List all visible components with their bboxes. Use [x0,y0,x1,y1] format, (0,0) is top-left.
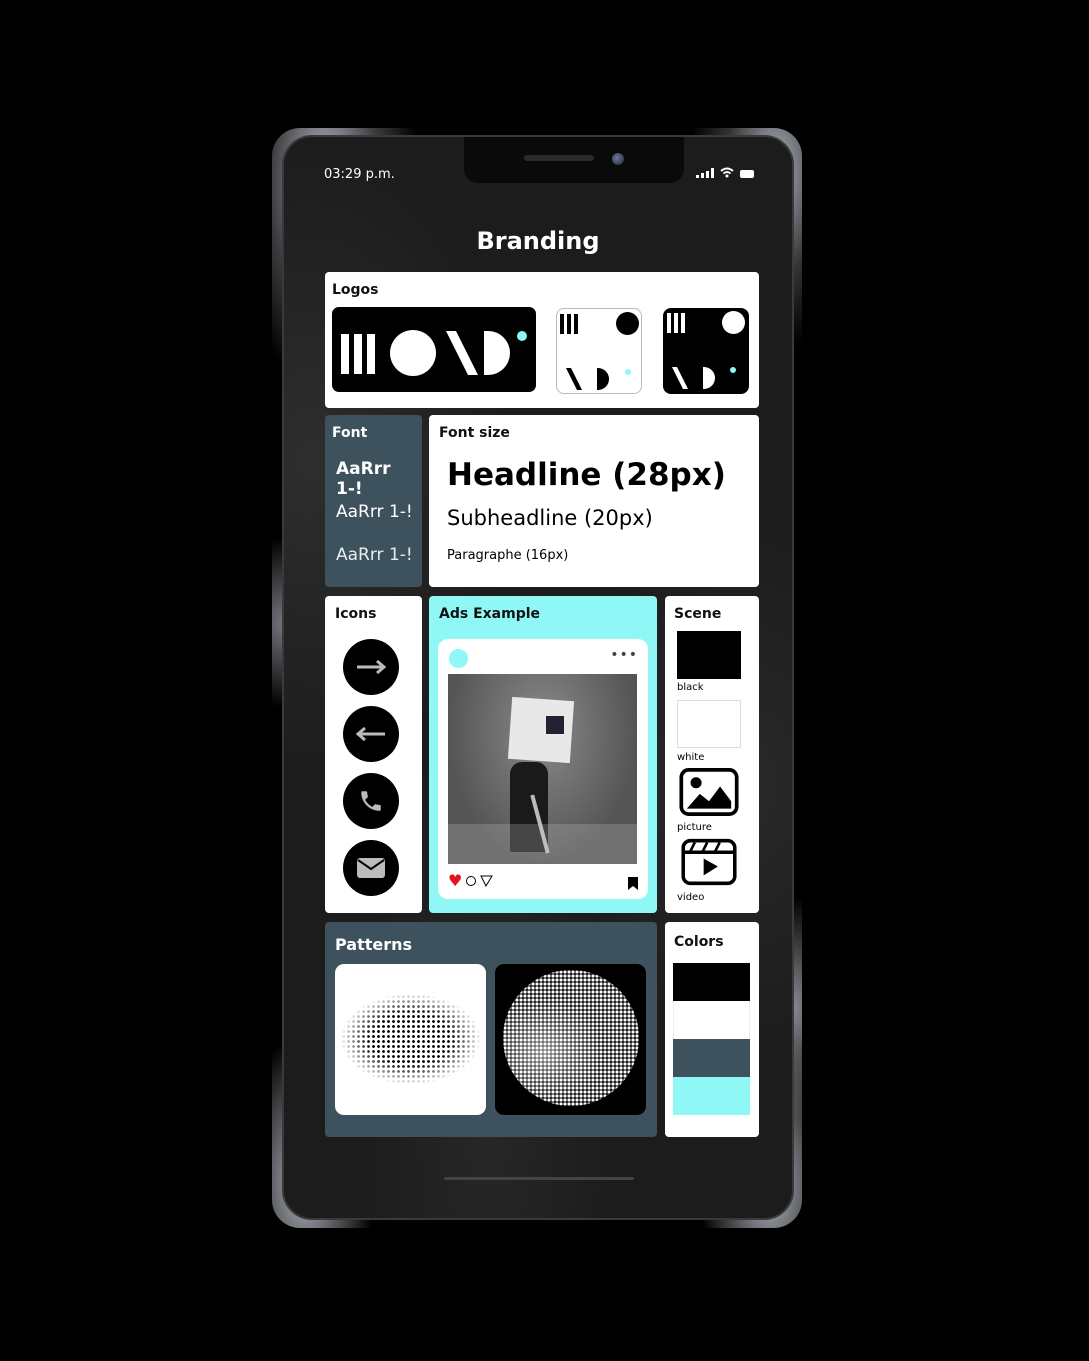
scene-white-swatch[interactable] [677,700,741,748]
color-swatch-slate[interactable] [673,1039,750,1077]
scene-picture-label: picture [677,822,712,833]
color-swatch-black[interactable] [673,963,750,1001]
color-swatch-white[interactable] [673,1001,750,1039]
logo-wordmark[interactable] [332,307,536,392]
font-sample-light: AaRrr 1-! [336,545,413,565]
wifi-icon [720,167,734,178]
status-icons [696,167,754,178]
bookmark-icon[interactable] [628,877,638,890]
notch [464,137,684,183]
signal-icon [696,168,714,178]
post-photo [448,674,637,864]
font-size-card: Font size Headline (28px) Subheadline (2… [429,415,759,587]
ads-example-card: Ads Example ••• ♥ [429,596,657,913]
home-indicator[interactable] [444,1177,634,1180]
font-label: Font [332,425,368,441]
comment-icon[interactable] [465,875,477,887]
logo-monogram-dark[interactable] [663,308,749,394]
logo-monogram-light[interactable] [556,308,642,394]
headline-sample: Headline (28px) [447,457,726,493]
battery-icon [740,170,754,178]
speaker [524,155,594,161]
camera-icon [612,153,624,165]
logos-card: Logos [325,272,759,408]
social-post[interactable]: ••• ♥ [438,639,648,899]
font-size-label: Font size [439,425,510,441]
colors-label: Colors [674,934,724,950]
logo-accent-dot [517,331,527,341]
scene-black-swatch[interactable] [677,631,741,679]
font-sample-bold: AaRrr 1-! [336,459,391,499]
pattern-halftone-light[interactable] [335,964,486,1115]
font-card: Font AaRrr 1-! AaRrr 1-! AaRrr 1-! [325,415,422,587]
phone-mockup: 03:29 p.m. Branding Logos Font AaRrr 1-!… [282,135,794,1220]
video-icon[interactable] [677,838,741,886]
page-title: Branding [476,227,600,255]
ads-label: Ads Example [439,606,541,622]
avatar [449,649,468,668]
arrow-right-icon[interactable] [343,639,399,695]
post-actions: ♥ [448,871,494,890]
scene-label: Scene [674,606,722,622]
picture-icon[interactable] [677,768,741,816]
paragraph-sample: Paragraphe (16px) [447,548,569,563]
status-time: 03:29 p.m. [324,167,395,182]
icons-card: Icons [325,596,422,913]
color-swatch-cyan[interactable] [673,1077,750,1115]
patterns-card: Patterns [325,922,657,1137]
share-icon[interactable] [480,875,494,887]
more-options-icon[interactable]: ••• [610,647,638,663]
font-sample-regular: AaRrr 1-! [336,502,413,522]
phone-icon[interactable] [343,773,399,829]
scene-black-label: black [677,682,704,693]
subheadline-sample: Subheadline (20px) [447,506,653,530]
colors-card: Colors [665,922,759,1137]
mail-icon[interactable] [343,840,399,896]
heart-icon[interactable]: ♥ [448,871,462,890]
logos-label: Logos [332,282,379,298]
scene-white-label: white [677,752,705,763]
scene-video-label: video [677,892,705,903]
icons-label: Icons [335,606,377,622]
scene-card: Scene black white picture video [665,596,759,913]
patterns-label: Patterns [335,935,413,954]
arrow-left-icon[interactable] [343,706,399,762]
pattern-halftone-dark[interactable] [495,964,646,1115]
